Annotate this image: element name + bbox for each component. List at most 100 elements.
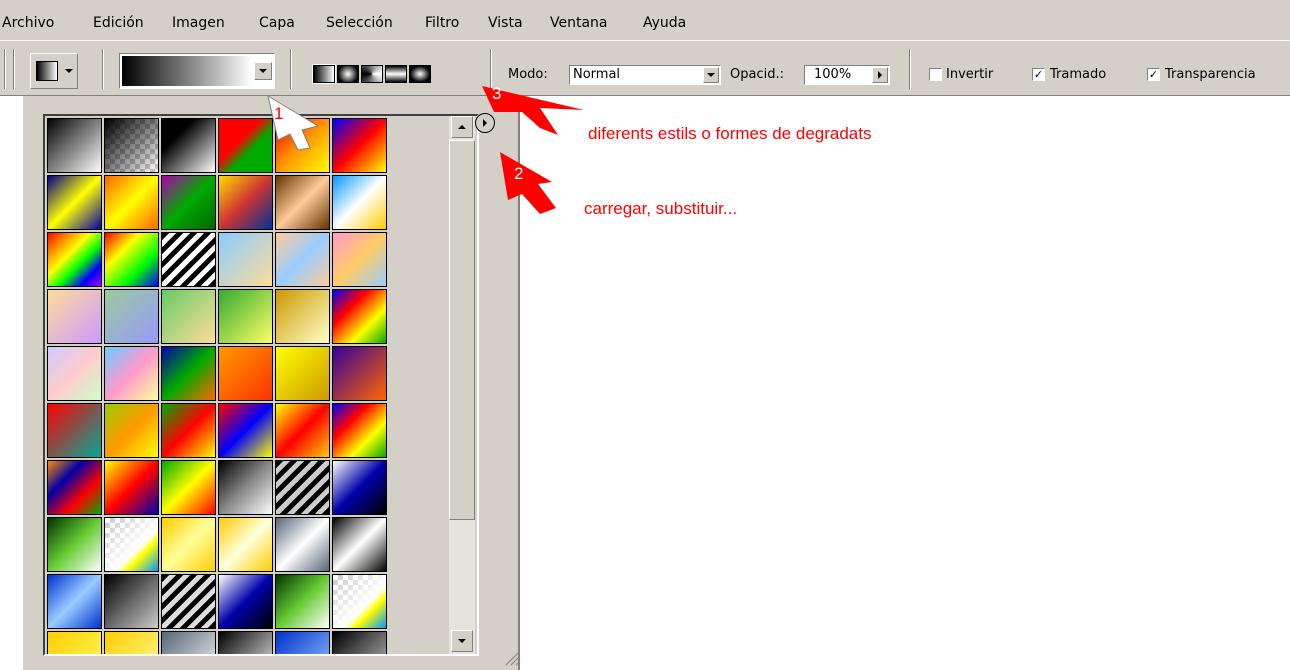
menu-filtro[interactable]: Filtro bbox=[425, 15, 459, 31]
scrollbar[interactable] bbox=[429, 116, 477, 654]
gradient-swatch[interactable] bbox=[275, 232, 330, 287]
options-bar: Modo: Normal Opacid.: 100% Invertir ✓ Tr… bbox=[0, 40, 1290, 96]
gradient-swatch[interactable] bbox=[47, 517, 102, 572]
gradient-swatch[interactable] bbox=[332, 574, 387, 629]
gradient-swatch[interactable] bbox=[332, 118, 387, 173]
gradient-list bbox=[43, 114, 479, 656]
gradient-swatch[interactable] bbox=[218, 118, 273, 173]
gradient-dropdown-button[interactable] bbox=[254, 62, 272, 80]
gradient-swatch[interactable] bbox=[275, 289, 330, 344]
menu-vista[interactable]: Vista bbox=[488, 15, 523, 31]
scroll-up-button[interactable] bbox=[451, 116, 473, 138]
gradient-swatch[interactable] bbox=[104, 232, 159, 287]
gradient-swatch[interactable] bbox=[218, 574, 273, 629]
gradient-swatch[interactable] bbox=[161, 346, 216, 401]
gradient-swatch[interactable] bbox=[275, 631, 330, 654]
resize-grip-icon[interactable] bbox=[503, 648, 521, 666]
gradient-swatch[interactable] bbox=[332, 631, 387, 654]
opacity-slider-button[interactable] bbox=[872, 67, 888, 83]
gradient-swatch[interactable] bbox=[161, 118, 216, 173]
gradient-swatch[interactable] bbox=[332, 175, 387, 230]
gradient-swatch[interactable] bbox=[104, 403, 159, 458]
gradient-swatch[interactable] bbox=[47, 118, 102, 173]
gradient-swatch[interactable] bbox=[104, 460, 159, 515]
gradient-swatch[interactable] bbox=[275, 346, 330, 401]
gradient-swatch[interactable] bbox=[218, 517, 273, 572]
gradient-swatch[interactable] bbox=[161, 403, 216, 458]
gradient-swatch[interactable] bbox=[161, 289, 216, 344]
gradient-swatch[interactable] bbox=[332, 517, 387, 572]
menu-capa[interactable]: Capa bbox=[259, 15, 295, 31]
diamond-gradient-button[interactable] bbox=[409, 65, 431, 83]
mode-select[interactable]: Normal bbox=[569, 65, 721, 85]
gradient-swatch[interactable] bbox=[104, 175, 159, 230]
menu-ventana[interactable]: Ventana bbox=[550, 15, 608, 31]
gradient-swatch[interactable] bbox=[218, 289, 273, 344]
chevron-down-icon[interactable] bbox=[61, 62, 77, 80]
dither-checkbox[interactable]: ✓ bbox=[1032, 68, 1045, 81]
gradient-swatch[interactable] bbox=[332, 289, 387, 344]
linear-gradient-button[interactable] bbox=[312, 64, 336, 84]
gradient-swatch[interactable] bbox=[218, 232, 273, 287]
gradient-swatch[interactable] bbox=[218, 175, 273, 230]
gradient-swatch[interactable] bbox=[47, 574, 102, 629]
opacity-value: 100% bbox=[814, 67, 852, 82]
gradient-swatch[interactable] bbox=[218, 403, 273, 458]
gradient-swatch[interactable] bbox=[104, 346, 159, 401]
gradient-swatch[interactable] bbox=[47, 631, 102, 654]
gradient-swatch[interactable] bbox=[47, 232, 102, 287]
opacity-field[interactable]: 100% bbox=[804, 65, 890, 85]
gradient-swatch[interactable] bbox=[218, 460, 273, 515]
gradient-swatch[interactable] bbox=[275, 517, 330, 572]
gradient-swatch[interactable] bbox=[332, 232, 387, 287]
gradient-swatch[interactable] bbox=[104, 631, 159, 654]
invert-checkbox[interactable] bbox=[929, 68, 942, 81]
gradient-swatch[interactable] bbox=[218, 346, 273, 401]
gradient-swatch[interactable] bbox=[161, 175, 216, 230]
angle-gradient-button[interactable] bbox=[361, 65, 383, 83]
annotation-number-3: 3 bbox=[492, 84, 502, 103]
reflected-gradient-button[interactable] bbox=[385, 65, 407, 83]
gradient-picker-panel bbox=[22, 96, 521, 670]
gradient-swatch[interactable] bbox=[161, 574, 216, 629]
gradient-swatch[interactable] bbox=[161, 232, 216, 287]
gradient-swatch[interactable] bbox=[332, 460, 387, 515]
gradient-swatch[interactable] bbox=[104, 517, 159, 572]
menu-archivo[interactable]: Archivo bbox=[2, 15, 54, 31]
gradient-swatch[interactable] bbox=[275, 175, 330, 230]
transparency-checkbox[interactable]: ✓ bbox=[1147, 68, 1160, 81]
gradient-picker[interactable] bbox=[119, 53, 275, 89]
gradient-swatch[interactable] bbox=[47, 346, 102, 401]
gradient-swatch[interactable] bbox=[275, 460, 330, 515]
gradient-swatch[interactable] bbox=[218, 631, 273, 654]
radial-gradient-button[interactable] bbox=[337, 65, 359, 83]
menu-edicion[interactable]: Edición bbox=[93, 15, 144, 31]
gradient-swatch[interactable] bbox=[104, 289, 159, 344]
chevron-down-icon[interactable] bbox=[703, 67, 719, 83]
scroll-thumb[interactable] bbox=[449, 140, 475, 520]
gradient-swatch[interactable] bbox=[161, 460, 216, 515]
gradient-swatch[interactable] bbox=[47, 289, 102, 344]
menu-imagen[interactable]: Imagen bbox=[172, 15, 225, 31]
menu-ayuda[interactable]: Ayuda bbox=[643, 15, 686, 31]
gripper[interactable] bbox=[4, 49, 6, 89]
gradient-swatch[interactable] bbox=[332, 403, 387, 458]
invert-label: Invertir bbox=[946, 67, 994, 82]
gradient-swatch[interactable] bbox=[275, 574, 330, 629]
scroll-down-button[interactable] bbox=[451, 630, 473, 652]
gradient-swatch[interactable] bbox=[161, 631, 216, 654]
gradient-preview[interactable] bbox=[122, 56, 252, 86]
gradient-swatch[interactable] bbox=[47, 403, 102, 458]
gradient-swatch[interactable] bbox=[161, 517, 216, 572]
gradient-swatch[interactable] bbox=[47, 175, 102, 230]
gradient-swatch[interactable] bbox=[275, 118, 330, 173]
gradient-swatch[interactable] bbox=[104, 118, 159, 173]
gradient-swatch[interactable] bbox=[47, 460, 102, 515]
menu-seleccion[interactable]: Selección bbox=[326, 15, 393, 31]
gradient-swatch[interactable] bbox=[332, 346, 387, 401]
panel-menu-button[interactable] bbox=[475, 113, 495, 133]
gradient-swatch[interactable] bbox=[275, 403, 330, 458]
gradient-swatch[interactable] bbox=[104, 574, 159, 629]
menu-bar: Archivo Edición Imagen Capa Selección Fi… bbox=[0, 0, 1290, 40]
tool-preset-picker[interactable] bbox=[30, 53, 78, 89]
